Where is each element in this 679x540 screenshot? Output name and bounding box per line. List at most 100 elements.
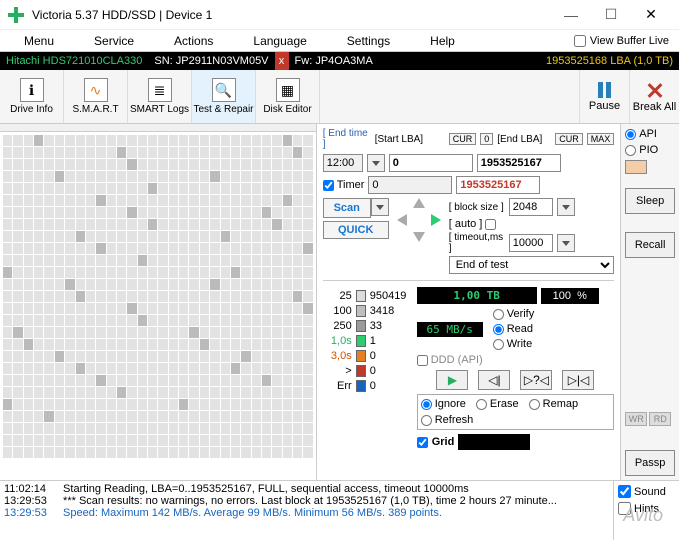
map-cell xyxy=(252,147,261,158)
auto-checkbox[interactable] xyxy=(485,219,496,230)
menu-menu[interactable]: Menu xyxy=(4,34,74,48)
legend-row: Err0 xyxy=(326,380,410,392)
drive-info-button[interactable]: ℹ Drive Info xyxy=(0,70,64,123)
timer-checkbox[interactable] xyxy=(323,180,334,191)
remap-radio-label[interactable]: Remap xyxy=(529,398,578,410)
map-cell xyxy=(86,423,95,434)
map-cell xyxy=(221,351,230,362)
map-cell xyxy=(169,171,178,182)
zero-button[interactable]: 0 xyxy=(480,133,493,145)
menu-help[interactable]: Help xyxy=(410,34,475,48)
cur-start-button[interactable]: CUR xyxy=(449,133,477,145)
hints-checkbox-label[interactable]: Hints xyxy=(618,502,675,515)
smart-logs-button[interactable]: ≣ SMART Logs xyxy=(128,70,192,123)
end-lba-input[interactable] xyxy=(477,154,561,172)
pause-button[interactable]: Pause xyxy=(579,70,629,123)
max-button[interactable]: MAX xyxy=(587,133,615,145)
step-fwd-button[interactable]: ▷|◁ xyxy=(562,370,594,390)
step-back-button[interactable]: ◁| xyxy=(478,370,510,390)
map-cell xyxy=(293,195,302,206)
arrow-right-icon[interactable] xyxy=(431,214,441,226)
sleep-button[interactable]: Sleep xyxy=(625,188,675,214)
maximize-button[interactable]: ☐ xyxy=(591,1,631,29)
start-lba-input[interactable] xyxy=(389,154,473,172)
end-of-test-select[interactable]: End of test xyxy=(449,256,615,274)
map-cell xyxy=(158,255,167,266)
menu-actions[interactable]: Actions xyxy=(154,34,233,48)
map-cell xyxy=(127,243,136,254)
map-cell xyxy=(13,387,22,398)
remap-radio[interactable] xyxy=(529,399,540,410)
arrow-up-icon[interactable] xyxy=(413,198,425,208)
arrow-down-icon[interactable] xyxy=(413,232,425,242)
passp-button[interactable]: Passp xyxy=(625,450,675,476)
menu-service[interactable]: Service xyxy=(74,34,154,48)
hints-checkbox[interactable] xyxy=(618,502,631,515)
step-random-button[interactable]: ▷?◁ xyxy=(520,370,552,390)
cur-end-button[interactable]: CUR xyxy=(555,133,583,145)
auto-checkbox-label[interactable]: [ auto ] xyxy=(449,218,505,230)
end-time-dropdown[interactable] xyxy=(367,154,385,172)
map-cell xyxy=(76,231,85,242)
grid-checkbox-label[interactable]: Grid xyxy=(417,436,455,448)
sound-checkbox[interactable] xyxy=(618,485,631,498)
menu-settings[interactable]: Settings xyxy=(327,34,410,48)
read-radio-label[interactable]: Read xyxy=(493,323,535,335)
smart-button[interactable]: ∿ S.M.A.R.T xyxy=(64,70,128,123)
grid-checkbox[interactable] xyxy=(417,437,428,448)
device-close-icon[interactable]: x xyxy=(275,52,289,70)
disk-editor-button[interactable]: ▦ Disk Editor xyxy=(256,70,320,123)
test-repair-button[interactable]: 🔍 Test & Repair xyxy=(192,70,256,123)
view-buffer-live-checkbox[interactable] xyxy=(574,35,586,47)
play-button[interactable]: ▶ xyxy=(436,370,468,390)
scan-dropdown[interactable] xyxy=(371,198,389,216)
erase-radio[interactable] xyxy=(476,399,487,410)
map-cell xyxy=(221,387,230,398)
sound-checkbox-label[interactable]: Sound xyxy=(618,485,675,498)
minimize-button[interactable]: — xyxy=(551,1,591,29)
scan-button[interactable]: Scan xyxy=(323,198,371,218)
timeout-dropdown[interactable] xyxy=(557,234,575,252)
map-cell xyxy=(65,315,74,326)
erase-radio-label[interactable]: Erase xyxy=(476,398,519,410)
verify-radio-label[interactable]: Verify xyxy=(493,308,535,320)
start-lba-header: [Start LBA] xyxy=(375,134,445,145)
refresh-radio[interactable] xyxy=(421,415,432,426)
map-cell xyxy=(303,363,312,374)
ignore-radio[interactable] xyxy=(421,399,432,410)
pio-radio[interactable] xyxy=(625,145,636,156)
map-cell xyxy=(44,339,53,350)
map-cell xyxy=(200,135,209,146)
menu-language[interactable]: Language xyxy=(233,34,326,48)
break-all-button[interactable]: Break All xyxy=(629,70,679,123)
timeout-input[interactable] xyxy=(509,234,553,252)
map-cell xyxy=(158,423,167,434)
api-radio-label[interactable]: API xyxy=(625,128,675,140)
map-cell xyxy=(169,339,178,350)
recall-button[interactable]: Recall xyxy=(625,232,675,258)
map-cell xyxy=(241,219,250,230)
write-radio-label[interactable]: Write xyxy=(493,338,535,350)
ddd-api-checkbox[interactable] xyxy=(417,355,428,366)
ignore-radio-label[interactable]: Ignore xyxy=(421,398,466,410)
close-button[interactable]: ✕ xyxy=(631,1,671,29)
block-size-input[interactable] xyxy=(509,198,553,216)
read-radio[interactable] xyxy=(493,324,504,335)
quick-button[interactable]: QUICK xyxy=(323,221,389,239)
map-cell xyxy=(179,195,188,206)
api-radio[interactable] xyxy=(625,129,636,140)
ddd-api-checkbox-label[interactable]: DDD (API) xyxy=(417,354,615,366)
verify-radio[interactable] xyxy=(493,309,504,320)
map-cell xyxy=(117,291,126,302)
map-cell xyxy=(189,303,198,314)
view-buffer-live-option[interactable]: View Buffer Live xyxy=(574,35,675,47)
write-radio[interactable] xyxy=(493,339,504,350)
block-size-dropdown[interactable] xyxy=(557,198,575,216)
map-cell xyxy=(303,315,312,326)
refresh-radio-label[interactable]: Refresh xyxy=(421,414,474,426)
pio-radio-label[interactable]: PIO xyxy=(625,144,675,156)
timer-checkbox-label[interactable]: Timer xyxy=(323,179,365,191)
end-time-input[interactable] xyxy=(323,154,363,172)
map-cell xyxy=(127,399,136,410)
arrow-left-icon[interactable] xyxy=(397,214,407,226)
